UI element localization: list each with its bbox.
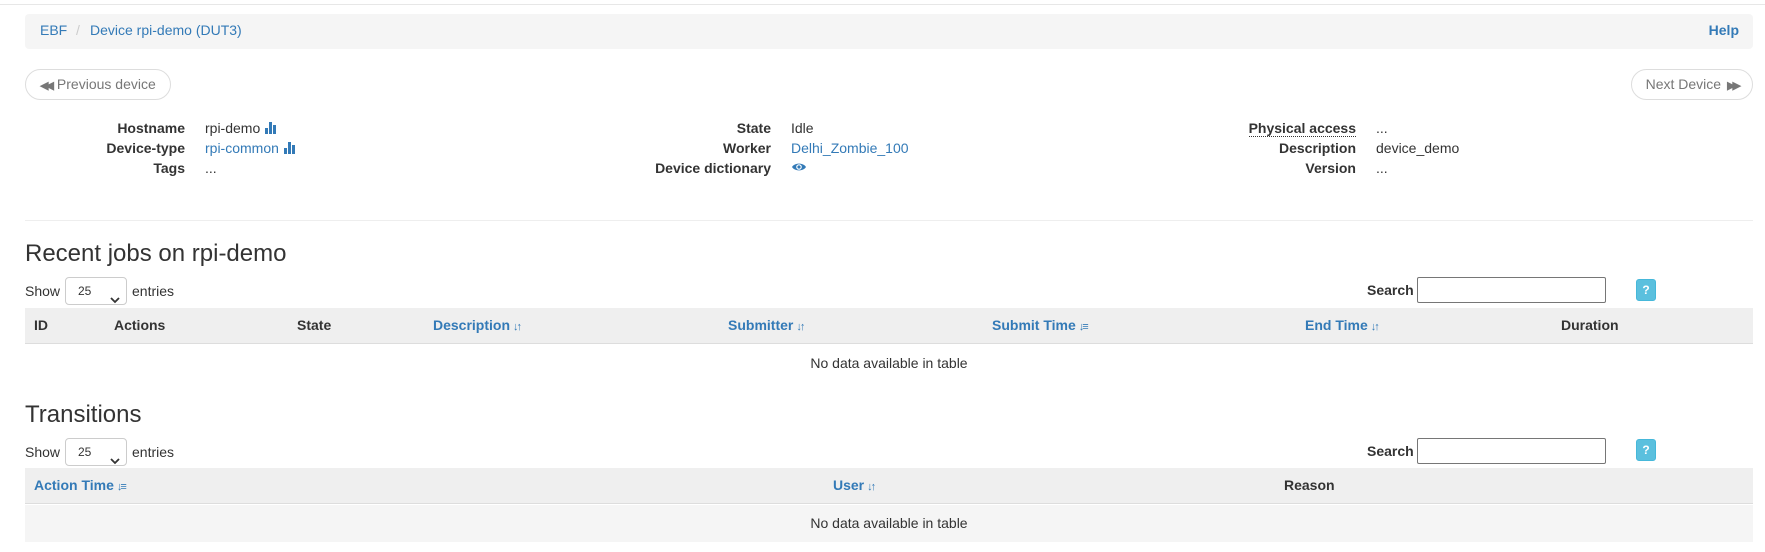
transitions-help-button[interactable]: ? bbox=[1636, 439, 1656, 461]
entries-select[interactable]: 25 bbox=[65, 277, 127, 305]
column-duration[interactable]: Duration bbox=[1561, 317, 1619, 333]
recent-jobs-help-button[interactable]: ? bbox=[1636, 279, 1656, 301]
transitions-empty-row: No data available in table bbox=[25, 505, 1753, 542]
next-device-button[interactable]: Next Device ▶▶ bbox=[1630, 69, 1753, 100]
show-label: Show bbox=[25, 283, 61, 299]
column-end-time[interactable]: End Time ↓↑ bbox=[1305, 317, 1380, 333]
sort-desc-icon: ↓≡ bbox=[1078, 321, 1089, 333]
transitions-title: Transitions bbox=[25, 401, 142, 428]
column-submitter-label: Submitter bbox=[728, 317, 794, 333]
version-value: ... bbox=[1376, 160, 1388, 176]
column-action-time-label: Action Time bbox=[34, 477, 114, 493]
recent-jobs-search-label: Search bbox=[1367, 282, 1414, 298]
breadcrumb-current-link[interactable]: Device rpi-demo (DUT3) bbox=[90, 22, 242, 38]
version-label: Version bbox=[1305, 160, 1356, 176]
physical-access-label: Physical access bbox=[1248, 120, 1356, 137]
entries-label: entries bbox=[132, 283, 175, 299]
transitions-search-label: Search bbox=[1367, 443, 1414, 459]
previous-device-button[interactable]: ◀◀ Previous device bbox=[25, 69, 171, 100]
breadcrumb: EBF / Device rpi-demo (DUT3) Help bbox=[25, 14, 1753, 49]
entries-label: entries bbox=[132, 444, 175, 460]
recent-jobs-title: Recent jobs on rpi-demo bbox=[25, 240, 287, 267]
backward-icon: ◀◀ bbox=[40, 80, 54, 92]
column-submit-time-label: Submit Time bbox=[992, 317, 1076, 333]
forward-icon: ▶▶ bbox=[1727, 80, 1741, 92]
column-id[interactable]: ID bbox=[34, 317, 48, 333]
entries-select[interactable]: 25 bbox=[65, 438, 127, 466]
breadcrumb-separator: / bbox=[76, 22, 80, 38]
entries-select-value: 25 bbox=[78, 445, 92, 459]
column-end-time-label: End Time bbox=[1305, 317, 1368, 333]
sort-icon: ↓↑ bbox=[513, 321, 522, 333]
description-value: device_demo bbox=[1376, 140, 1460, 156]
description-label: Description bbox=[1278, 140, 1356, 156]
help-link[interactable]: Help bbox=[1709, 22, 1739, 38]
next-device-label: Next Device bbox=[1645, 76, 1722, 92]
previous-device-label: Previous device bbox=[56, 76, 156, 92]
physical-access-value: ... bbox=[1376, 120, 1388, 136]
column-user-label: User bbox=[833, 477, 865, 493]
top-nav-border bbox=[0, 0, 1765, 5]
column-submit-time[interactable]: Submit Time ↓≡ bbox=[992, 317, 1089, 333]
show-label: Show bbox=[25, 444, 61, 460]
column-user[interactable]: User ↓↑ bbox=[833, 477, 876, 493]
column-reason[interactable]: Reason bbox=[1284, 477, 1335, 493]
section-divider bbox=[25, 220, 1753, 221]
transitions-table-header: Action Time ↓≡ User ↓↑ Reason bbox=[25, 468, 1753, 504]
transitions-search-input[interactable] bbox=[1417, 438, 1606, 464]
recent-jobs-table-header: ID Actions State Description ↓↑ Submitter… bbox=[25, 308, 1753, 344]
column-description[interactable]: Description ↓↑ bbox=[433, 317, 522, 333]
sort-icon: ↓↑ bbox=[867, 481, 876, 493]
recent-jobs-empty-row: No data available in table bbox=[810, 355, 968, 371]
sort-icon: ↓↑ bbox=[796, 321, 805, 333]
breadcrumb-root-link[interactable]: EBF bbox=[40, 22, 67, 38]
column-action-time[interactable]: Action Time ↓≡ bbox=[34, 477, 127, 493]
column-submitter[interactable]: Submitter ↓↑ bbox=[728, 317, 805, 333]
column-actions[interactable]: Actions bbox=[114, 317, 165, 333]
column-state[interactable]: State bbox=[297, 317, 331, 333]
column-description-label: Description bbox=[433, 317, 511, 333]
sort-desc-icon: ↓≡ bbox=[116, 481, 127, 493]
recent-jobs-search-input[interactable] bbox=[1417, 277, 1606, 303]
sort-icon: ↓↑ bbox=[1370, 321, 1380, 333]
entries-select-value: 25 bbox=[78, 284, 92, 298]
